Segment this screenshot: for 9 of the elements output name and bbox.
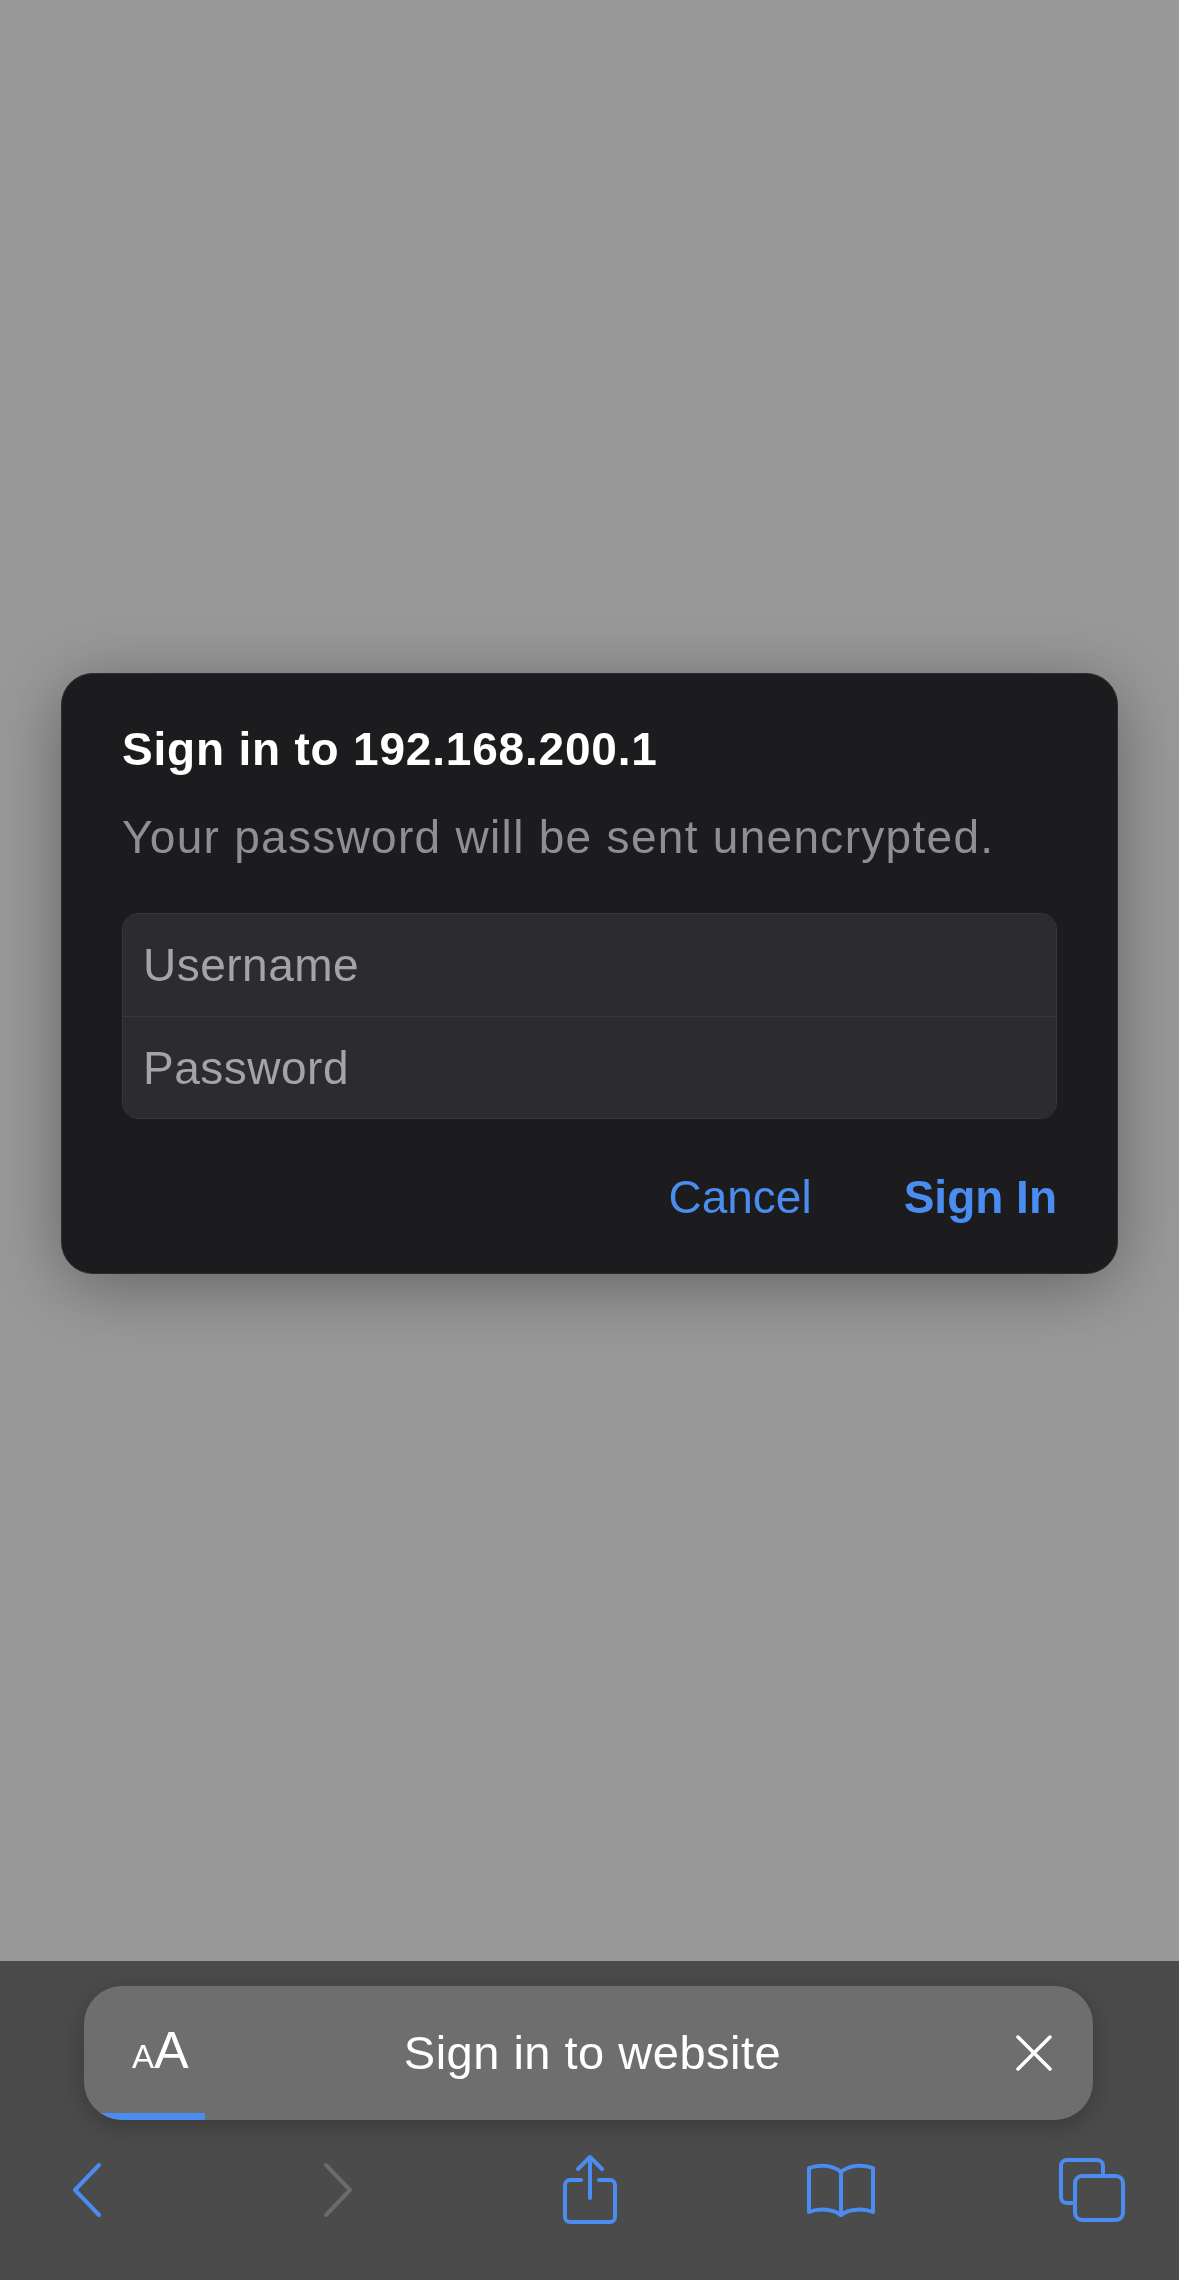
sign-in-button[interactable]: Sign In [903, 1157, 1057, 1237]
input-field[interactable]: Password [123, 1016, 1056, 1118]
banner-title: Sign in to website [403, 2026, 782, 2080]
dialog-title: Sign in to 192.168.200.1 [122, 723, 659, 775]
cancel-button[interactable]: Cancel [668, 1157, 812, 1237]
input-field[interactable]: Username [123, 914, 1056, 1016]
dialog-message: Your password will be sent unencrypted. [122, 811, 996, 863]
close-icon [1015, 2034, 1053, 2072]
text-size-button[interactable]: AA [128, 2021, 193, 2085]
